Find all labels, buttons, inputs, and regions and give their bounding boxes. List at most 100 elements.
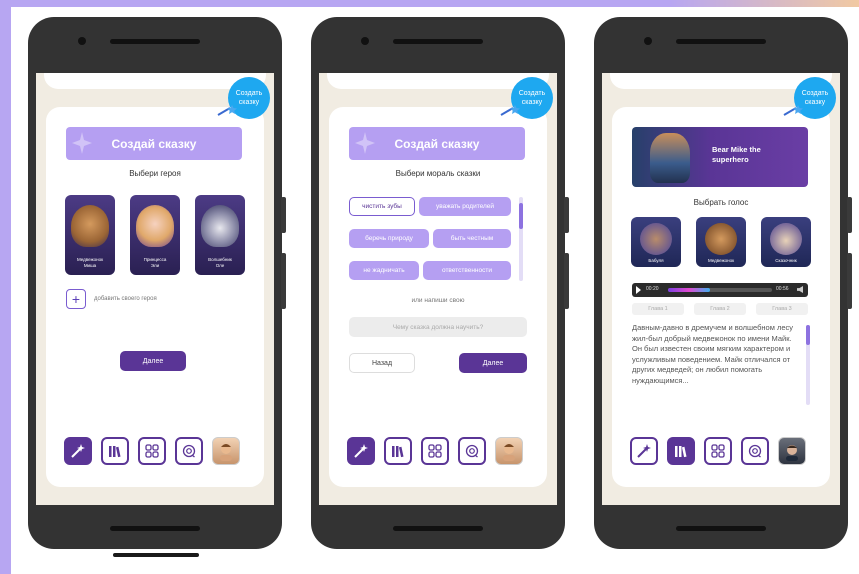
voice-name: Сказочник	[775, 258, 797, 263]
moral-chip-protect-nature[interactable]: беречь природу	[349, 229, 429, 248]
fab-label-line2: сказку	[521, 99, 543, 106]
bear-illustration	[705, 223, 737, 255]
or-write-your-own-label: или напиши свою	[411, 297, 465, 304]
story-title-line2: superhero	[712, 155, 749, 164]
hero-card-bear[interactable]: Медвежонок Миша	[65, 195, 115, 275]
fab-label-line1: Создать	[235, 90, 263, 97]
nav-library[interactable]	[384, 437, 412, 465]
volume-button	[564, 197, 569, 233]
grandma-illustration	[640, 223, 672, 255]
back-button[interactable]: Назад	[349, 353, 415, 373]
bottom-navigation	[630, 437, 812, 465]
hero-name-line1: Принцесса	[143, 257, 167, 262]
scrollbar-thumb[interactable]	[806, 325, 810, 345]
nav-chat[interactable]	[741, 437, 769, 465]
story-scrollbar[interactable]	[806, 325, 810, 405]
top-speaker	[110, 39, 200, 44]
nav-profile-avatar[interactable]	[212, 437, 240, 465]
power-button	[281, 253, 286, 309]
add-hero-button[interactable]: +	[66, 289, 86, 309]
chapter-tab-2[interactable]: Глава 2	[694, 303, 746, 315]
volume-button	[281, 197, 286, 233]
nav-catalog[interactable]	[138, 437, 166, 465]
hero-name-line1: Волшебник	[208, 257, 232, 262]
library-icon	[675, 446, 687, 458]
nav-profile-avatar[interactable]	[495, 437, 523, 465]
chat-icon	[465, 444, 479, 458]
moral-chip-dont-be-greedy[interactable]: не жадничать	[349, 261, 419, 280]
storyteller-illustration	[770, 223, 802, 255]
bottom-navigation	[347, 437, 529, 465]
total-time: 00:56	[776, 286, 789, 292]
power-button	[847, 253, 852, 309]
moral-chip-respect-parents[interactable]: уважать родителей	[419, 197, 511, 216]
volume-icon[interactable]	[797, 286, 803, 293]
app-screen: Создать сказку Создай сказку Выбери героя…	[36, 73, 274, 505]
voice-card-bear[interactable]: Медвежонок	[696, 217, 746, 267]
nav-create-tale[interactable]	[347, 437, 375, 465]
hero-card-wizard[interactable]: Волшебник Оле	[195, 195, 245, 275]
bottom-speaker	[110, 526, 200, 531]
bear-illustration	[71, 205, 109, 247]
hero-name-line1: Медвежонок	[76, 257, 104, 262]
bottom-navigation	[64, 437, 246, 465]
front-camera	[644, 37, 652, 45]
nav-catalog[interactable]	[421, 437, 449, 465]
custom-moral-input[interactable]: Чему сказка должна научить?	[349, 317, 527, 337]
nav-chat[interactable]	[175, 437, 203, 465]
audio-player: 00:20 00:56	[632, 283, 808, 297]
home-indicator	[113, 553, 199, 557]
voice-card-grandma[interactable]: Бабуля	[631, 217, 681, 267]
library-icon	[109, 446, 121, 458]
choose-hero-label: Выбери героя	[129, 169, 181, 178]
nav-library[interactable]	[667, 437, 695, 465]
hero-illustration	[650, 133, 690, 183]
story-title-line1: Bear Mike the	[712, 145, 761, 154]
background-frame-corner	[669, 0, 859, 7]
next-button[interactable]: Далее	[459, 353, 527, 373]
grid-icon	[428, 444, 442, 458]
magic-wand-icon	[783, 105, 803, 116]
nav-library[interactable]	[101, 437, 129, 465]
moral-chip-brush-teeth[interactable]: чистить зубы	[349, 197, 415, 216]
nav-catalog[interactable]	[704, 437, 732, 465]
voice-name: Медвежонок	[707, 258, 735, 263]
nav-create-tale[interactable]	[64, 437, 92, 465]
nav-profile-avatar[interactable]	[778, 437, 806, 465]
magic-wand-icon	[637, 444, 651, 458]
scrollbar-thumb[interactable]	[519, 202, 523, 229]
page-title-banner: Создай сказку	[66, 127, 242, 160]
play-icon[interactable]	[636, 286, 641, 294]
bottom-speaker	[393, 526, 483, 531]
story-cover-banner: Bear Mike the superhero	[632, 127, 808, 187]
background-frame-left	[0, 0, 11, 574]
bottom-speaker	[676, 526, 766, 531]
moral-chip-be-honest[interactable]: быть честным	[433, 229, 511, 248]
hero-name-line2: Оле	[215, 263, 225, 268]
sparkle-icon	[72, 132, 92, 154]
add-hero-label[interactable]: добавить своего героя	[94, 296, 157, 302]
next-button[interactable]: Далее	[120, 351, 186, 371]
hero-card-princess[interactable]: Принцесса Эли	[130, 195, 180, 275]
content-card: Создай сказку Выбери мораль сказки чисти…	[329, 107, 547, 487]
content-card: Создай сказку Выбери героя Медвежонок Миш…	[46, 107, 264, 487]
audio-progress-bar[interactable]	[668, 288, 772, 292]
chapter-tab-1[interactable]: Глава 1	[632, 303, 684, 315]
power-button	[564, 253, 569, 309]
nav-chat[interactable]	[458, 437, 486, 465]
nav-create-tale[interactable]	[630, 437, 658, 465]
audio-progress-fill	[668, 288, 710, 292]
page-title: Создай сказку	[111, 136, 197, 151]
princess-illustration	[136, 205, 174, 247]
story-text: Давным-давно в дремучем и волшебном лесу…	[632, 323, 794, 385]
moral-list-scrollbar[interactable]	[519, 197, 523, 281]
chat-icon	[182, 444, 196, 458]
avatar	[786, 445, 798, 461]
choose-voice-label: Выбрать голос	[693, 198, 749, 207]
moral-chip-responsibility[interactable]: ответственности	[423, 261, 511, 280]
voice-card-storyteller[interactable]: Сказочник	[761, 217, 811, 267]
top-speaker	[676, 39, 766, 44]
chapter-tab-3[interactable]: Глава 3	[756, 303, 808, 315]
app-screen: Создать сказку Создай сказку Выбери морал…	[319, 73, 557, 505]
phone-mockup-hero-selection: Создать сказку Создай сказку Выбери героя…	[28, 17, 286, 549]
